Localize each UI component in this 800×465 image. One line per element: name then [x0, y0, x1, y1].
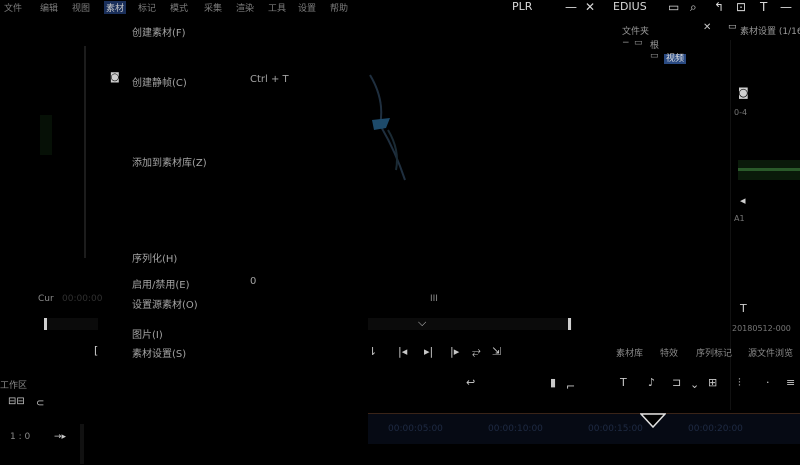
- up-arrow-icon[interactable]: ↰: [714, 0, 724, 14]
- marker-label: III: [430, 294, 438, 304]
- preview-image: [369, 74, 406, 181]
- menu-bar: 文件 编辑 视图 素材 标记 模式 采集 渲染 工具 设置 帮助: [0, 0, 510, 14]
- menu-clip[interactable]: 素材: [104, 1, 127, 14]
- tree-video-folder-icon: ▭: [650, 51, 659, 61]
- dot-icon[interactable]: ·: [766, 376, 770, 389]
- title-track-label: 20180512-000: [732, 324, 791, 333]
- audio-track-label: A1: [734, 214, 745, 223]
- menu-render[interactable]: 渲染: [236, 1, 254, 14]
- ripple-icon[interactable]: ⌐: [566, 380, 575, 393]
- menu-file[interactable]: 文件: [4, 1, 22, 14]
- bin-folder-icon: ▭: [728, 22, 737, 32]
- grid-icon[interactable]: ⊞: [708, 376, 717, 389]
- workspace-label: 工作区: [0, 381, 28, 391]
- tree-video-item[interactable]: 视频: [664, 51, 687, 64]
- player-seek-bar[interactable]: ⌵: [368, 316, 572, 330]
- arrow-right-icon[interactable]: →▸: [54, 432, 66, 442]
- cur-label: Cur: [38, 294, 54, 304]
- menu-item-create-clip[interactable]: 创建素材(F): [132, 24, 186, 39]
- audio-waveform: [738, 160, 800, 180]
- menu-item-set-source[interactable]: 设置源素材(O): [132, 296, 198, 311]
- bracket-icon[interactable]: [: [94, 344, 98, 357]
- link-icon[interactable]: ⊂: [36, 398, 44, 409]
- timecode-1: 00:00:05:00: [388, 424, 443, 434]
- speaker-icon[interactable]: ◂: [740, 194, 746, 207]
- edius-label[interactable]: EDIUS: [613, 0, 647, 13]
- tab-bin[interactable]: 素材库: [616, 346, 643, 359]
- camera-icon: ◙: [110, 72, 120, 83]
- player-slider-left[interactable]: [44, 318, 98, 330]
- next-edit-icon[interactable]: ▸|: [424, 345, 433, 358]
- timeline-ruler[interactable]: 00:00:05:00 00:00:10:00 00:00:15:00 00:0…: [368, 413, 800, 444]
- text-icon[interactable]: T: [740, 302, 747, 315]
- left-scrollbar[interactable]: [80, 424, 84, 464]
- timecode-2: 00:00:10:00: [488, 424, 543, 434]
- tab-sequence-marker[interactable]: 序列标记: [696, 346, 732, 359]
- razor-icon[interactable]: ▮: [550, 376, 556, 389]
- tree-root-label[interactable]: 根: [650, 38, 659, 51]
- menu-settings[interactable]: 设置: [298, 1, 316, 14]
- tree-root-folder-icon: ▭: [634, 38, 643, 48]
- ratio-label: 1 : 0: [10, 432, 31, 442]
- search-icon[interactable]: ⌕: [690, 0, 697, 15]
- playhead-icon[interactable]: ⌵: [418, 316, 426, 330]
- menu-item-image[interactable]: 图片(I): [132, 326, 163, 341]
- video-track-label: 0-4: [734, 108, 748, 117]
- new-bin-icon[interactable]: ⊡: [736, 0, 746, 14]
- out-point-marker[interactable]: [568, 318, 571, 330]
- menu-item-add-to-bin[interactable]: 添加到素材库(Z): [132, 154, 207, 169]
- menu-item-create-still[interactable]: 创建静帧(C): [132, 74, 187, 89]
- text-tool-icon[interactable]: T: [620, 376, 627, 389]
- set-in-icon[interactable]: ⇂: [368, 345, 377, 358]
- timecode-3: 00:00:15:00: [588, 424, 643, 434]
- tab-effects[interactable]: 特效: [660, 346, 678, 359]
- bin-panel-title: 素材设置 (1/16): [740, 27, 800, 37]
- minimize-icon[interactable]: —: [565, 0, 577, 14]
- menu-item-enable-disable[interactable]: 启用/禁用(E): [132, 276, 190, 291]
- timecode-4: 00:00:20:00: [688, 424, 743, 434]
- menu-item-sequence[interactable]: 序列化(H): [132, 250, 177, 265]
- tree-expand-icon[interactable]: −: [622, 38, 630, 48]
- sync-icon[interactable]: ⊐: [672, 376, 681, 389]
- preview-divider: [84, 46, 86, 258]
- loop-icon[interactable]: ⥂: [472, 345, 481, 359]
- menu-mode[interactable]: 模式: [170, 1, 188, 14]
- mic-icon[interactable]: ♪: [648, 376, 655, 389]
- menu-capture[interactable]: 采集: [204, 1, 222, 14]
- folder-icon[interactable]: ▭: [668, 0, 679, 14]
- menu-shortcut-still: Ctrl + T: [250, 74, 289, 85]
- menu-edit[interactable]: 编辑: [40, 1, 58, 14]
- menu-marker[interactable]: 标记: [138, 1, 156, 14]
- overwrite-icon[interactable]: ⇲: [492, 345, 501, 358]
- undo-icon[interactable]: ↩: [466, 376, 475, 389]
- monitor-icon[interactable]: ⊟⊟: [8, 396, 25, 407]
- folder-pane-close-icon[interactable]: ✕: [703, 22, 711, 33]
- list-icon[interactable]: ≡: [786, 376, 795, 389]
- timeline-playhead-icon[interactable]: [640, 413, 666, 429]
- menu-more-icon[interactable]: —: [780, 0, 792, 14]
- preview-thumbnail: [40, 115, 52, 155]
- tab-source-browser[interactable]: 源文件浏览: [748, 346, 793, 359]
- close-icon[interactable]: ✕: [585, 0, 595, 14]
- title-icon[interactable]: T: [760, 0, 767, 14]
- cur-timecode: 00:00:00: [62, 294, 103, 304]
- plr-label[interactable]: PLR: [512, 0, 532, 13]
- mixer-icon[interactable]: ⫶: [738, 376, 741, 390]
- step-icon[interactable]: |▸: [450, 345, 459, 358]
- menu-shortcut-enable: 0: [250, 276, 257, 287]
- clip-dropdown-menu: 创建素材(F) ◙ 创建静帧(C) Ctrl + T 添加到素材库(Z) 序列化…: [110, 14, 302, 364]
- snap-icon[interactable]: ⌄: [690, 378, 699, 391]
- tree-video-label: 视频: [664, 54, 687, 64]
- menu-help[interactable]: 帮助: [330, 1, 348, 14]
- camera-icon[interactable]: ◙: [738, 86, 749, 99]
- prev-edit-icon[interactable]: |◂: [398, 345, 407, 358]
- folder-pane-title: 文件夹: [622, 27, 650, 37]
- menu-view[interactable]: 视图: [72, 1, 90, 14]
- menu-tools[interactable]: 工具: [268, 1, 286, 14]
- menu-item-clip-settings[interactable]: 素材设置(S): [132, 345, 186, 360]
